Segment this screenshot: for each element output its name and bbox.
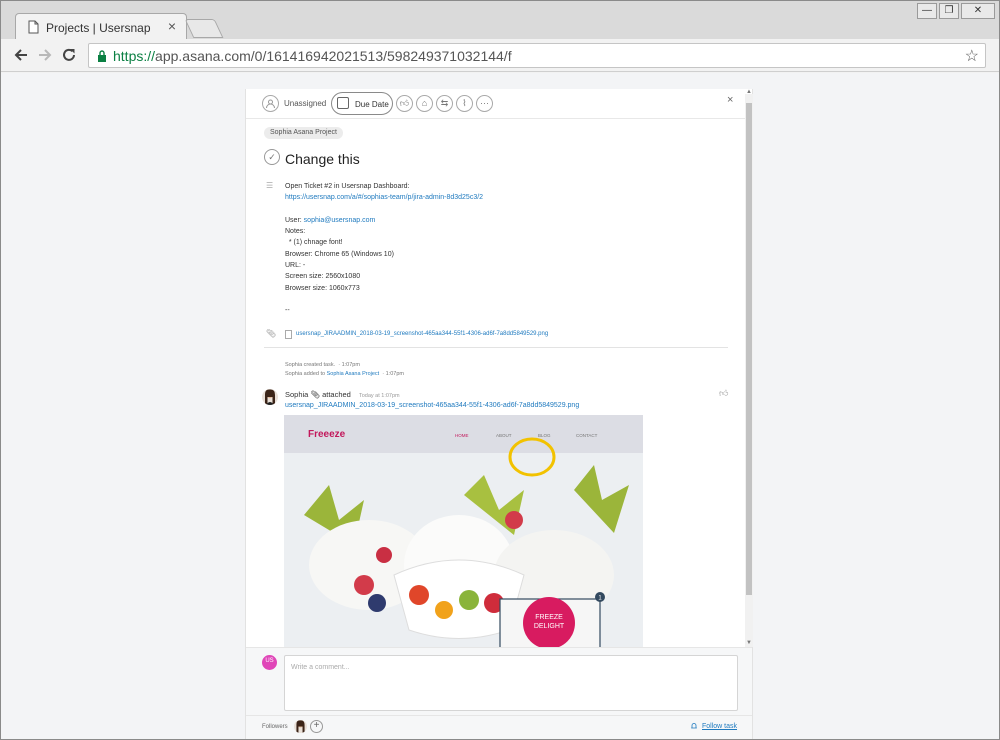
scroll-up-arrow-icon[interactable]: ▲ [746,89,752,95]
description-line: * (1) chnage font! [285,237,725,248]
followers-label: Followers [262,724,288,730]
description-line: Notes: [285,226,725,237]
followers-bar: Followers + Follow task [246,715,752,739]
tab-title: Projects | Usersnap [46,21,151,35]
divider [264,347,728,348]
project-tag[interactable]: Sophia Asana Project [264,127,343,139]
description-text: Browser: Chrome 65 (Windows 10) [285,250,394,258]
bell-icon [691,723,697,729]
due-date-button[interactable]: Due Date [331,92,393,115]
description-line: -- [285,305,725,316]
story-added: Sophia added to Sophia Asana Project · 1… [285,371,404,377]
story-added-time: 1:07pm [385,371,404,377]
frozen-yogurt-photo: FREEZE DELIGHT 1 [284,437,643,649]
description-line: Browser: Chrome 65 (Windows 10) [285,249,725,260]
document-icon [28,20,39,34]
attached-screenshot-image[interactable]: Freeeze HOME ABOUT BLOG CONTACT FREEZE D… [284,415,643,649]
scroll-down-arrow-icon[interactable]: ▼ [746,640,752,646]
browser-tab[interactable]: Projects | Usersnap × [15,13,187,40]
task-title[interactable]: Change this [285,151,360,167]
close-window-button[interactable]: ✕ [961,3,995,19]
scrollbar-thumb[interactable] [746,103,752,595]
task-toolbar: Unassigned Due Date 👍︎ ⌂ ⇆ ⌇ ··· × [246,89,752,119]
comment-input[interactable]: Write a comment... [284,655,738,711]
page-viewport: Unassigned Due Date 👍︎ ⌂ ⇆ ⌇ ··· × ▲ ▼ S… [1,73,999,739]
screenshot-badge-line1: FREEZE [535,614,563,621]
reload-icon[interactable] [59,45,79,65]
comment-file-link[interactable]: usersnap_JIRAADMIN_2018-03-19_screenshot… [285,402,579,409]
comment-placeholder: Write a comment... [291,664,350,671]
comment-author[interactable]: Sophia [285,390,308,399]
description-text: * (1) chnage font! [285,239,343,247]
description-link[interactable]: https://usersnap.com/a/#/sophias-team/p/… [285,194,483,201]
url-scheme: https:// [113,48,156,64]
description-line-prefix: User: [285,216,304,224]
description-line: Browser size: 1060x773 [285,283,725,294]
minimize-button[interactable]: — [917,3,937,19]
follow-task-link[interactable]: Follow task [702,723,737,730]
paperclip-icon: 📎︎ [266,329,277,338]
description-line: https://usersnap.com/a/#/sophias-team/p/… [285,192,725,203]
more-options-icon[interactable]: ··· [476,95,493,112]
file-icon [285,330,292,339]
bookmark-star-icon[interactable]: ☆ [965,46,979,66]
assignee-label[interactable]: Unassigned [284,99,326,108]
paperclip-icon: 📎︎ [310,390,320,399]
description-line: URL: - [285,260,725,271]
author-avatar[interactable] [262,389,278,405]
new-tab-button[interactable] [184,19,224,38]
tag-icon[interactable]: ⌂ [416,95,433,112]
lock-icon [98,50,106,62]
comment-action: attached [322,390,351,399]
description-line [285,294,725,305]
task-description[interactable]: Open Ticket #2 in Usersnap Dashboard: htt… [285,181,725,317]
description-lines-icon: ☰ [266,181,274,190]
assignee-avatar-icon[interactable] [262,95,279,112]
description-text: Screen size: 2560x1080 [285,273,361,281]
description-line: Screen size: 2560x1080 [285,271,725,282]
description-text: Browser size: 1060x773 [285,284,360,292]
browser-window: Projects | Usersnap × — ❐ ✕ https://app.… [0,0,1000,740]
task-detail-pane: Unassigned Due Date 👍︎ ⌂ ⇆ ⌇ ··· × ▲ ▼ S… [245,89,753,739]
forward-arrow-icon[interactable] [35,45,55,65]
subtask-icon[interactable]: ⇆ [436,95,453,112]
description-text: Open Ticket #2 in Usersnap Dashboard: [285,183,410,190]
comment-time: Today at 1:07pm [358,393,400,399]
due-date-label: Due Date [355,100,389,109]
story-created-text: Sophia created task. [285,362,336,368]
calendar-icon [337,97,349,109]
add-follower-button[interactable]: + [310,720,323,733]
title-bar: Projects | Usersnap × — ❐ ✕ [1,1,999,40]
url-path: app.asana.com/0/161416942021513/59824937… [155,48,512,64]
comment-like-icon[interactable]: 👍︎ [719,388,728,399]
description-text: URL: - [285,262,306,270]
complete-checkmark-icon[interactable]: ✓ [264,149,280,165]
screenshot-badge-line2: DELIGHT [534,623,565,630]
url-text: https://app.asana.com/0/161416942021513/… [113,48,512,64]
story-added-prefix: Sophia added to [285,371,327,377]
tab-close-icon[interactable]: × [168,19,176,33]
current-user-initials: US [265,658,274,664]
address-bar[interactable]: https://app.asana.com/0/161416942021513/… [88,43,986,68]
description-line: Open Ticket #2 in Usersnap Dashboard: [285,181,725,192]
follower-avatar[interactable] [294,720,307,733]
description-line: User: sophia@usersnap.com [285,215,725,226]
description-link[interactable]: sophia@usersnap.com [304,217,376,224]
description-text: -- [285,307,290,315]
attachment-row[interactable]: 📎︎ usersnap_JIRAADMIN_2018-03-19_screens… [266,329,726,341]
maximize-button[interactable]: ❐ [939,3,959,19]
current-user-avatar: US [262,655,277,670]
browser-toolbar: https://app.asana.com/0/161416942021513/… [1,39,999,72]
story-created-time: 1:07pm [341,362,360,368]
story-project-link[interactable]: Sophia Asana Project [327,371,380,377]
attachment-icon[interactable]: ⌇ [456,95,473,112]
attachment-filename[interactable]: usersnap_JIRAADMIN_2018-03-19_screenshot… [296,331,548,337]
comment-header: Sophia 📎︎ attached Today at 1:07pm [285,390,400,399]
story-created: Sophia created task. · 1:07pm [285,362,360,368]
like-icon[interactable]: 👍︎ [396,95,413,112]
close-pane-icon[interactable]: × [727,94,733,106]
back-arrow-icon[interactable] [11,45,31,65]
description-line [285,204,725,215]
description-text: Notes: [285,228,306,236]
